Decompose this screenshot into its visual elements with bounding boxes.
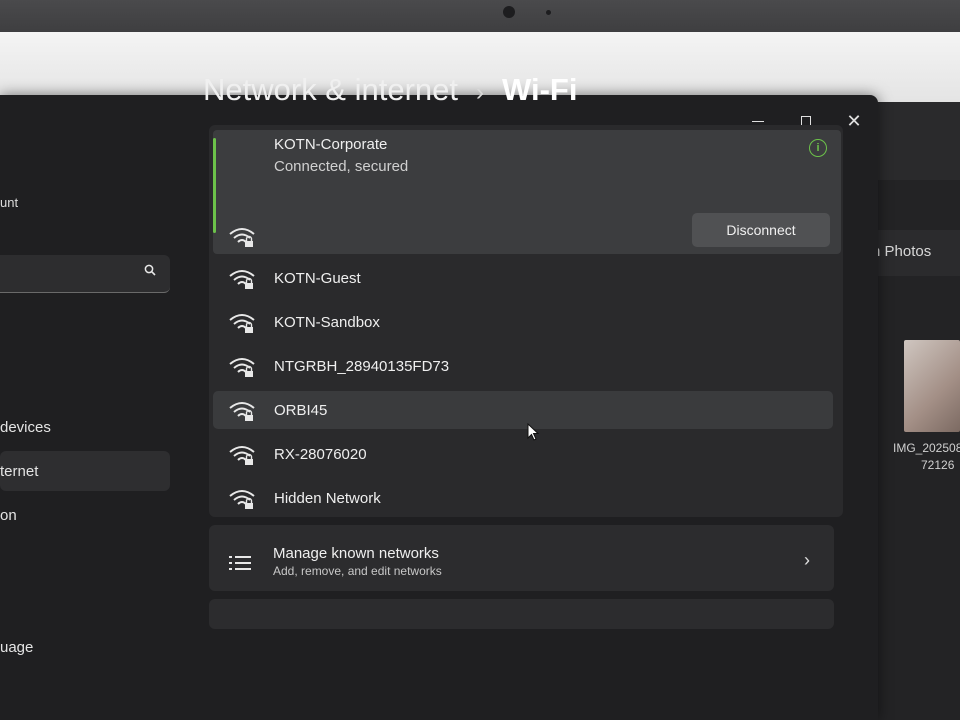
breadcrumb: Network & internet › Wi-Fi bbox=[203, 72, 577, 108]
connection-status: Connected, secured bbox=[274, 158, 409, 175]
wifi-secured-icon bbox=[229, 270, 255, 289]
breadcrumb-parent[interactable]: Network & internet bbox=[203, 72, 458, 108]
search-icon bbox=[144, 264, 156, 276]
list-icon bbox=[229, 556, 251, 570]
photo-caption-line2: 72126 bbox=[921, 458, 955, 472]
disconnect-button[interactable]: Disconnect bbox=[692, 213, 830, 247]
info-icon[interactable]: i bbox=[809, 139, 827, 157]
sidebar-item-label: uage bbox=[0, 638, 34, 656]
webcam-led bbox=[546, 10, 551, 15]
sidebar-item-time-language[interactable]: uage bbox=[0, 627, 170, 667]
manage-known-networks-subtitle: Add, remove, and edit networks bbox=[273, 564, 442, 578]
sidebar-item-label: devices bbox=[0, 418, 51, 436]
network-name: KOTN-Sandbox bbox=[274, 314, 380, 331]
background-photos-title: n Photos bbox=[872, 243, 932, 260]
sidebar-item-personalization[interactable]: on bbox=[0, 495, 170, 535]
manage-known-networks-title: Manage known networks bbox=[273, 545, 439, 562]
webcam bbox=[503, 6, 515, 18]
connected-network-name: KOTN-Corporate bbox=[274, 136, 388, 153]
wifi-secured-icon bbox=[229, 314, 255, 333]
photo-thumbnail[interactable] bbox=[904, 340, 960, 432]
connected-accent-bar bbox=[213, 138, 216, 233]
wifi-secured-icon bbox=[229, 490, 255, 509]
photo-caption: IMG_202508 bbox=[893, 441, 960, 455]
close-icon: ✕ bbox=[846, 111, 862, 131]
network-name: ORBI45 bbox=[274, 402, 328, 419]
network-name: NTGRBH_28940135FD73 bbox=[274, 358, 450, 375]
network-name: Hidden Network bbox=[274, 490, 381, 507]
minimize-icon bbox=[752, 120, 764, 122]
network-name: KOTN-Guest bbox=[274, 270, 361, 287]
account-name[interactable]: unt bbox=[0, 195, 18, 210]
sidebar-item-label: ternet bbox=[0, 462, 39, 480]
network-name: RX-28076020 bbox=[274, 446, 367, 463]
mouse-cursor-icon bbox=[527, 423, 539, 441]
wifi-secured-icon bbox=[229, 228, 255, 247]
chevron-right-icon: › bbox=[804, 550, 810, 570]
wifi-secured-icon bbox=[229, 446, 255, 465]
sidebar-item-devices[interactable]: devices bbox=[0, 407, 170, 447]
wifi-secured-icon bbox=[229, 358, 255, 377]
wifi-secured-icon bbox=[229, 402, 255, 421]
sidebar-item-network-internet[interactable]: ternet bbox=[0, 451, 170, 491]
settings-row-partial[interactable] bbox=[209, 599, 834, 629]
page-title: Wi-Fi bbox=[502, 72, 578, 107]
search-input[interactable] bbox=[0, 255, 170, 293]
breadcrumb-separator: › bbox=[476, 79, 484, 106]
sidebar-item-label: on bbox=[0, 506, 17, 524]
